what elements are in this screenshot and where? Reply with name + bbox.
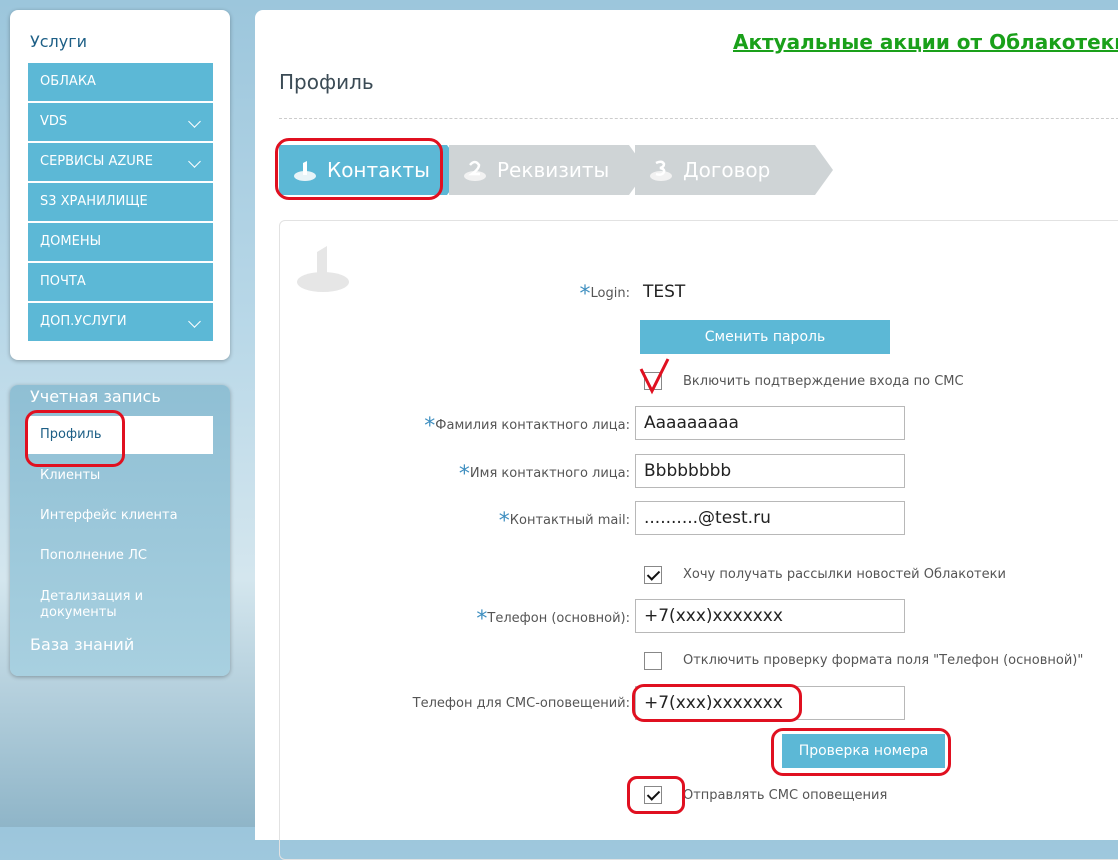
divider — [279, 118, 1118, 119]
sidebar-item-label: ОБЛАКА — [40, 74, 96, 89]
annotation-outline — [632, 684, 802, 722]
account-title: Учетная запись — [30, 387, 161, 406]
firstname-field[interactable]: Bbbbbbbb — [635, 454, 905, 488]
sidebar-item-vds[interactable]: VDS — [28, 103, 213, 141]
firstname-label: *Имя контактного лица: — [458, 462, 630, 487]
disable-format-check-label: Отключить проверку формата поля "Телефон… — [683, 653, 1084, 668]
annotation-outline — [771, 728, 951, 776]
sidebar-item-clouds[interactable]: ОБЛАКА — [28, 63, 213, 101]
tab-requisites[interactable]: Реквизиты — [449, 145, 647, 195]
knowledge-base-link[interactable]: База знаний — [30, 635, 134, 654]
sms-login-label: Включить подтверждение входа по СМС — [683, 374, 964, 389]
sidebar-item-label: СЕРВИСЫ AZURE — [40, 154, 154, 169]
chevron-down-icon — [188, 315, 201, 328]
phone-field[interactable]: +7(xxx)xxxxxxx — [635, 599, 905, 633]
annotation-outline — [275, 138, 443, 200]
sidebar-item-mail[interactable]: ПОЧТА — [28, 263, 213, 301]
services-panel: Услуги ОБЛАКА VDS СЕРВИСЫ AZURE S3 ХРАНИ… — [10, 10, 230, 360]
chevron-down-icon — [188, 155, 201, 168]
sidebar-item-s3[interactable]: S3 ХРАНИЛИЩЕ — [28, 183, 213, 221]
sidebar-item-clients[interactable]: Клиенты — [28, 468, 213, 483]
cloud-step-1-icon — [297, 246, 349, 292]
lastname-field[interactable]: Ааааааааа — [635, 406, 905, 440]
email-field[interactable]: ..........@test.ru — [635, 501, 905, 535]
sidebar-item-label: VDS — [40, 114, 68, 129]
annotation-checkmark — [639, 358, 670, 395]
send-sms-label: Отправлять СМС оповещения — [683, 788, 888, 803]
tab-label: Договор — [683, 158, 771, 182]
sidebar-item-label: ДОМЕНЫ — [40, 234, 102, 249]
newsletter-label: Хочу получать рассылки новостей Облакоте… — [683, 567, 1006, 582]
page-title: Профиль — [279, 70, 374, 94]
promo-link[interactable]: Актуальные акции от Облакотеки — [733, 30, 1118, 54]
cloud-step-2-icon — [464, 160, 486, 181]
main-content: Актуальные акции от Облакотеки Профиль К… — [255, 10, 1118, 860]
sidebar-item-topup[interactable]: Пополнение ЛС — [28, 548, 213, 563]
form-box — [279, 220, 1118, 860]
lastname-label: *Фамилия контактного лица: — [424, 414, 630, 439]
sidebar-item-azure[interactable]: СЕРВИСЫ AZURE — [28, 143, 213, 181]
sidebar-item-domains[interactable]: ДОМЕНЫ — [28, 223, 213, 261]
sidebar-item-extra[interactable]: ДОП.УСЛУГИ — [28, 303, 213, 341]
chevron-down-icon — [188, 115, 201, 128]
sidebar-item-label: ДОП.УСЛУГИ — [40, 314, 127, 329]
newsletter-checkbox[interactable] — [644, 566, 662, 584]
disable-format-check-checkbox[interactable] — [644, 652, 662, 670]
tab-contract[interactable]: Договор — [635, 145, 833, 195]
sidebar-item-documents[interactable]: Детализация и документы — [28, 589, 168, 621]
change-password-button[interactable]: Сменить пароль — [640, 320, 890, 354]
phone-label: *Телефон (основной): — [476, 607, 630, 632]
annotation-outline — [627, 776, 685, 814]
sidebar-item-label: S3 ХРАНИЛИЩЕ — [40, 194, 148, 209]
mail-label: *Контактный mail: — [498, 509, 630, 534]
sidebar-item-label: ПОЧТА — [40, 274, 86, 289]
login-value: TEST — [643, 282, 686, 302]
sidebar-item-client-interface[interactable]: Интерфейс клиента — [28, 508, 213, 523]
sms-phone-label: Телефон для СМС-оповещений: — [412, 696, 630, 711]
cloud-step-3-icon — [650, 160, 672, 181]
annotation-outline — [25, 410, 125, 467]
tab-label: Реквизиты — [497, 158, 610, 182]
login-label: *Login: — [579, 282, 630, 307]
services-title: Услуги — [30, 32, 88, 51]
